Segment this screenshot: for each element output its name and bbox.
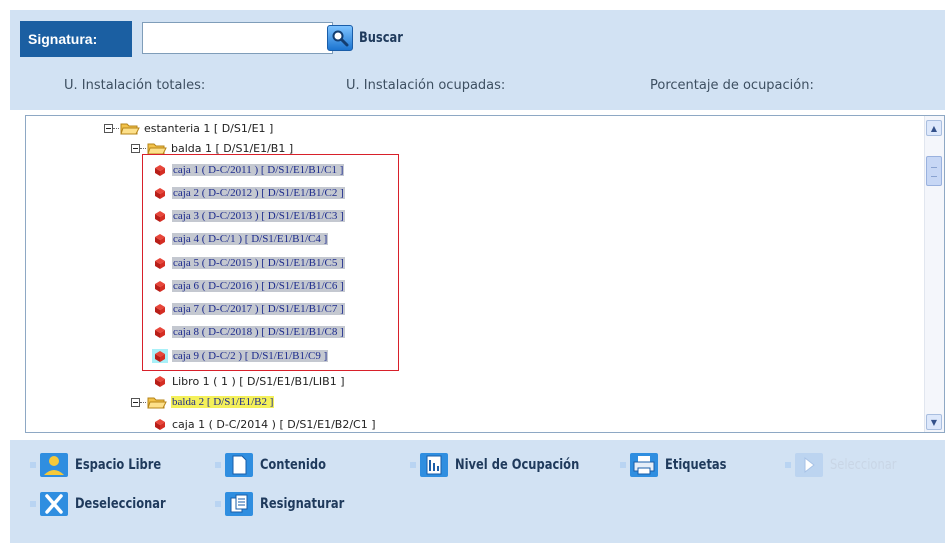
- contenido-button[interactable]: Contenido: [215, 448, 340, 482]
- tree-node-caja[interactable]: caja 1 ( D-C/2014 ) [ D/S1/E1/B2/C1 ]: [152, 414, 376, 432]
- tree-node-caja[interactable]: caja 4 ( D-C/1 ) [ D/S1/E1/B1/C4 ]: [152, 229, 329, 249]
- box-icon: [155, 327, 165, 338]
- box-icon: [155, 211, 165, 222]
- tree-node-caja[interactable]: caja 8 ( D-C/2018 ) [ D/S1/E1/B1/C8 ]: [152, 322, 345, 342]
- tree-node-caja[interactable]: caja 7 ( D-C/2017 ) [ D/S1/E1/B1/C7 ]: [152, 299, 345, 319]
- deseleccionar-button[interactable]: Deseleccionar: [30, 487, 186, 521]
- signatura-label: Signatura:: [20, 21, 132, 57]
- libro-label: Libro 1 ( 1 ) [ D/S1/E1/B1/LIB1 ]: [172, 374, 345, 388]
- scroll-up-icon[interactable]: ▲: [926, 120, 942, 136]
- box-icon: [155, 258, 165, 269]
- tree-node-libro[interactable]: Libro 1 ( 1 ) [ D/S1/E1/B1/LIB1 ]: [152, 371, 345, 391]
- collapse-toggle-icon[interactable]: [104, 123, 113, 133]
- tree-node-balda-1[interactable]: balda 1 [ D/S1/E1/B1 ]: [131, 138, 293, 158]
- collapse-toggle-icon[interactable]: [131, 143, 140, 153]
- close-icon: [40, 492, 68, 516]
- etiquetas-button[interactable]: Etiquetas: [620, 448, 740, 482]
- caja-label: caja 9 ( D-C/2 ) [ D/S1/E1/B1/C9 ]: [172, 350, 329, 362]
- caja-label: caja 6 ( D-C/2016 ) [ D/S1/E1/B1/C6 ]: [172, 280, 345, 292]
- open-folder-icon: [147, 397, 167, 408]
- box-icon: [155, 165, 165, 176]
- person-icon: [40, 453, 68, 477]
- caja-label: caja 3 ( D-C/2013 ) [ D/S1/E1/B1/C3 ]: [172, 210, 345, 222]
- open-folder-icon: [120, 123, 140, 134]
- occupancy-level-icon: [420, 453, 448, 477]
- caja-label: caja 7 ( D-C/2017 ) [ D/S1/E1/B1/C7 ]: [172, 303, 345, 315]
- search-button[interactable]: Buscar: [327, 22, 423, 54]
- nivel-ocupacion-button[interactable]: Nivel de Ocupación: [410, 448, 607, 482]
- copy-pages-icon: [225, 492, 253, 516]
- collapse-toggle-icon[interactable]: [131, 397, 140, 407]
- printer-icon: [630, 453, 658, 477]
- tree-node-caja[interactable]: caja 6 ( D-C/2016 ) [ D/S1/E1/B1/C6 ]: [152, 276, 345, 296]
- box-icon: [155, 419, 165, 430]
- caja-label: caja 1 ( D-C/2014 ) [ D/S1/E1/B2/C1 ]: [172, 417, 376, 431]
- caja-label: caja 8 ( D-C/2018 ) [ D/S1/E1/B1/C8 ]: [172, 326, 345, 338]
- occupied-units-label: U. Instalación ocupadas:: [346, 78, 506, 93]
- scroll-down-icon[interactable]: ▼: [926, 414, 942, 430]
- search-label: Buscar: [359, 30, 403, 46]
- tree-node-caja[interactable]: caja 5 ( D-C/2015 ) [ D/S1/E1/B1/C5 ]: [152, 253, 345, 273]
- tree-node-caja[interactable]: caja 3 ( D-C/2013 ) [ D/S1/E1/B1/C3 ]: [152, 206, 345, 226]
- estanteria-label: estanteria 1 [ D/S1/E1 ]: [144, 121, 274, 135]
- tree-node-balda-2[interactable]: balda 2 [ D/S1/E1/B2 ]: [131, 392, 275, 412]
- scroll-thumb[interactable]: [926, 156, 942, 186]
- occupancy-percent-label: Porcentaje de ocupación:: [650, 78, 814, 93]
- box-icon: [155, 234, 165, 245]
- signatura-input[interactable]: [142, 22, 333, 54]
- open-folder-icon: [147, 143, 167, 154]
- espacio-libre-button[interactable]: Espacio Libre: [30, 448, 180, 482]
- action-toolbar: Espacio Libre Contenido Nivel de Ocupaci…: [10, 440, 945, 543]
- caja-label: caja 2 ( D-C/2012 ) [ D/S1/E1/B1/C2 ]: [172, 187, 345, 199]
- storage-tree[interactable]: estanteria 1 [ D/S1/E1 ] balda 1 [ D/S1/…: [25, 115, 945, 433]
- total-units-label: U. Instalación totales:: [64, 78, 206, 93]
- caja-label: caja 4 ( D-C/1 ) [ D/S1/E1/B1/C4 ]: [172, 233, 329, 245]
- resignaturar-button[interactable]: Resignaturar: [215, 487, 363, 521]
- document-icon: [225, 453, 253, 477]
- tree-node-caja[interactable]: caja 1 ( D-C/2011 ) [ D/S1/E1/B1/C1 ]: [152, 160, 345, 180]
- box-icon: [155, 304, 165, 315]
- box-icon: [155, 188, 165, 199]
- box-icon: [155, 376, 165, 387]
- search-header: Signatura: Buscar U. Instalación totales…: [10, 10, 945, 110]
- caja-label: caja 5 ( D-C/2015 ) [ D/S1/E1/B1/C5 ]: [172, 257, 345, 269]
- tree-node-caja[interactable]: caja 9 ( D-C/2 ) [ D/S1/E1/B1/C9 ]: [152, 346, 329, 366]
- balda-2-label: balda 2 [ D/S1/E1/B2 ]: [171, 396, 275, 408]
- box-icon: [152, 349, 168, 363]
- tree-node-caja[interactable]: caja 2 ( D-C/2012 ) [ D/S1/E1/B1/C2 ]: [152, 183, 345, 203]
- vertical-scrollbar[interactable]: ▲ ▼: [924, 116, 944, 432]
- caja-label: caja 1 ( D-C/2011 ) [ D/S1/E1/B1/C1 ]: [172, 164, 345, 176]
- tree-node-estanteria[interactable]: estanteria 1 [ D/S1/E1 ]: [104, 118, 273, 138]
- seleccionar-button[interactable]: Seleccionar: [785, 448, 911, 482]
- play-icon: [795, 453, 823, 477]
- box-icon: [155, 281, 165, 292]
- search-icon: [327, 25, 353, 51]
- balda-1-label: balda 1 [ D/S1/E1/B1 ]: [171, 141, 294, 155]
